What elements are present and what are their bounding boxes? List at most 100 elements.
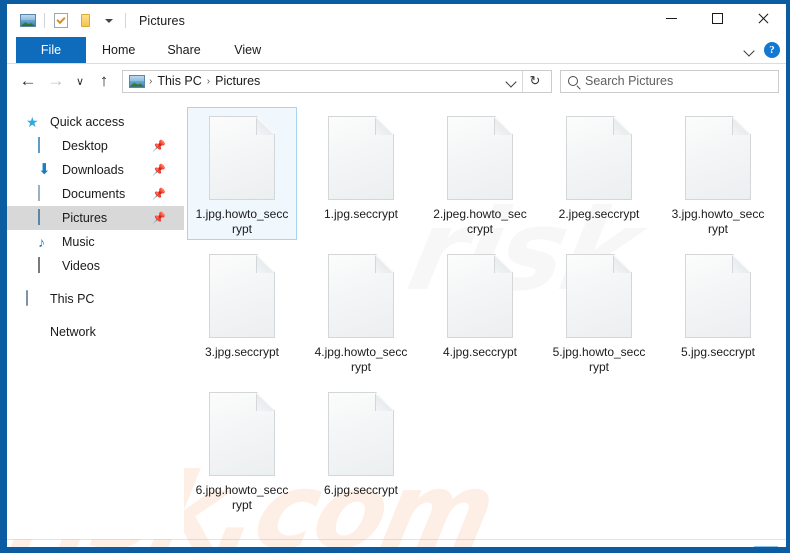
generic-file-icon — [209, 116, 275, 200]
tab-file[interactable]: File — [16, 37, 86, 63]
back-button[interactable]: ← — [14, 67, 42, 95]
sidebar-item-this-pc[interactable]: This PC — [7, 287, 184, 311]
pin-icon: 📌 — [152, 140, 166, 153]
star-icon: ★ — [26, 114, 39, 130]
ribbon-tab-strip: File Home Share View ? — [7, 37, 786, 64]
view-toggle-group — [726, 545, 778, 548]
this-pc-icon — [26, 290, 42, 307]
file-item[interactable]: 1.jpg.seccrypt — [306, 107, 416, 240]
sidebar-item-music[interactable]: ♪ Music — [7, 230, 184, 254]
window-menu-icon[interactable] — [16, 10, 40, 32]
window-controls — [648, 4, 786, 33]
generic-file-icon — [328, 392, 394, 476]
generic-file-icon — [209, 392, 275, 476]
file-item[interactable]: 3.jpg.howto_secc rypt — [663, 107, 773, 240]
sidebar-item-quick-access[interactable]: ★ Quick access — [7, 110, 184, 134]
search-box[interactable]: Search Pictures — [560, 69, 779, 93]
large-icons-view-button[interactable] — [754, 545, 778, 547]
explorer-window: Pictures File Home Share View ? ← → ∨ ↑ … — [0, 0, 790, 553]
network-icon — [26, 324, 42, 340]
window-client-area: Pictures File Home Share View ? ← → ∨ ↑ … — [7, 4, 786, 547]
file-item[interactable]: 4.jpg.howto_secc rypt — [306, 245, 416, 378]
generic-file-icon — [685, 254, 751, 338]
sidebar-item-pictures[interactable]: Pictures 📌 — [7, 206, 184, 230]
maximize-icon — [711, 13, 723, 24]
minimize-button[interactable] — [648, 4, 694, 33]
documents-icon — [38, 185, 54, 202]
tab-view[interactable]: View — [217, 37, 279, 63]
generic-file-icon — [209, 254, 275, 338]
file-item[interactable]: 2.jpeg.howto_sec crypt — [425, 107, 535, 240]
search-icon — [568, 76, 578, 86]
file-name-label: 3.jpg.howto_secc rypt — [671, 207, 765, 236]
file-item[interactable]: 5.jpg.seccrypt — [663, 245, 773, 378]
chevron-down-icon — [105, 18, 113, 23]
status-bar: 12 items — [7, 539, 786, 547]
address-dropdown-button[interactable] — [500, 71, 522, 92]
help-icon[interactable]: ? — [764, 42, 780, 58]
details-view-button[interactable] — [726, 546, 750, 548]
up-button[interactable]: ↑ — [90, 67, 118, 95]
tab-home[interactable]: Home — [86, 37, 151, 63]
file-name-label: 1.jpg.howto_secc rypt — [195, 207, 289, 236]
downloads-icon: ⬇ — [38, 161, 51, 178]
file-name-label: 5.jpg.seccrypt — [680, 345, 756, 359]
close-icon — [757, 12, 770, 25]
breadcrumb-this-pc[interactable]: This PC — [153, 74, 205, 88]
file-item[interactable]: 6.jpg.howto_secc rypt — [187, 383, 297, 516]
search-input[interactable]: Search Pictures — [585, 74, 673, 88]
customize-qat-button[interactable] — [97, 10, 121, 32]
file-item[interactable]: 2.jpeg.seccrypt — [544, 107, 654, 240]
address-toolbar: ← → ∨ ↑ › This PC › Pictures ↻ Search Pi… — [7, 64, 786, 98]
sidebar-item-label: Videos — [62, 259, 100, 273]
pin-icon: 📌 — [152, 212, 166, 225]
file-item[interactable]: 5.jpg.howto_secc rypt — [544, 245, 654, 378]
minimize-icon — [665, 18, 677, 19]
sidebar-item-videos[interactable]: Videos — [7, 254, 184, 278]
file-item[interactable]: 3.jpg.seccrypt — [187, 245, 297, 378]
sidebar-item-network[interactable]: Network — [7, 320, 184, 344]
file-item[interactable]: 4.jpg.seccrypt — [425, 245, 535, 378]
address-bar[interactable]: › This PC › Pictures ↻ — [122, 69, 552, 93]
window-title: Pictures — [139, 13, 185, 28]
pictures-folder-icon — [20, 14, 36, 27]
new-folder-icon — [80, 14, 90, 27]
properties-icon — [54, 13, 68, 28]
generic-file-icon — [685, 116, 751, 200]
generic-file-icon — [447, 254, 513, 338]
explorer-body: ★ Quick access Desktop 📌 ⬇ Downloads 📌 D… — [7, 98, 786, 547]
sidebar-item-label: This PC — [50, 292, 95, 306]
new-folder-button[interactable] — [73, 10, 97, 32]
file-name-label: 6.jpg.seccrypt — [323, 483, 399, 497]
close-button[interactable] — [740, 4, 786, 33]
refresh-button[interactable]: ↻ — [523, 71, 547, 92]
properties-button[interactable] — [49, 10, 73, 32]
expand-ribbon-icon[interactable] — [745, 46, 754, 55]
pin-icon: 📌 — [152, 164, 166, 177]
pictures-icon — [38, 209, 54, 226]
recent-locations-button[interactable]: ∨ — [70, 67, 90, 95]
file-list-view[interactable]: risk 1.jpg.howto_secc rypt 1.jpg.seccryp… — [184, 98, 786, 539]
generic-file-icon — [566, 116, 632, 200]
file-name-label: 3.jpg.seccrypt — [204, 345, 280, 359]
maximize-button[interactable] — [694, 4, 740, 33]
breadcrumb-pictures[interactable]: Pictures — [211, 74, 264, 88]
file-item[interactable]: 6.jpg.seccrypt — [306, 383, 416, 516]
file-item[interactable]: 1.jpg.howto_secc rypt — [187, 107, 297, 240]
sidebar-item-label: Network — [50, 325, 96, 339]
tab-share[interactable]: Share — [151, 37, 216, 63]
forward-button: → — [47, 71, 65, 90]
file-name-label: 2.jpeg.howto_sec crypt — [433, 207, 527, 236]
address-pictures-icon — [129, 74, 145, 88]
chevron-down-icon — [507, 77, 516, 86]
sidebar-item-documents[interactable]: Documents 📌 — [7, 182, 184, 206]
file-grid: 1.jpg.howto_secc rypt 1.jpg.seccrypt 2.j… — [187, 107, 786, 521]
qat-divider-2 — [125, 13, 126, 28]
generic-file-icon — [328, 254, 394, 338]
file-name-label: 4.jpg.howto_secc rypt — [314, 345, 408, 374]
sidebar-item-downloads[interactable]: ⬇ Downloads 📌 — [7, 158, 184, 182]
sidebar-item-desktop[interactable]: Desktop 📌 — [7, 134, 184, 158]
generic-file-icon — [566, 254, 632, 338]
file-name-label: 5.jpg.howto_secc rypt — [552, 345, 646, 374]
file-name-label: 4.jpg.seccrypt — [442, 345, 518, 359]
